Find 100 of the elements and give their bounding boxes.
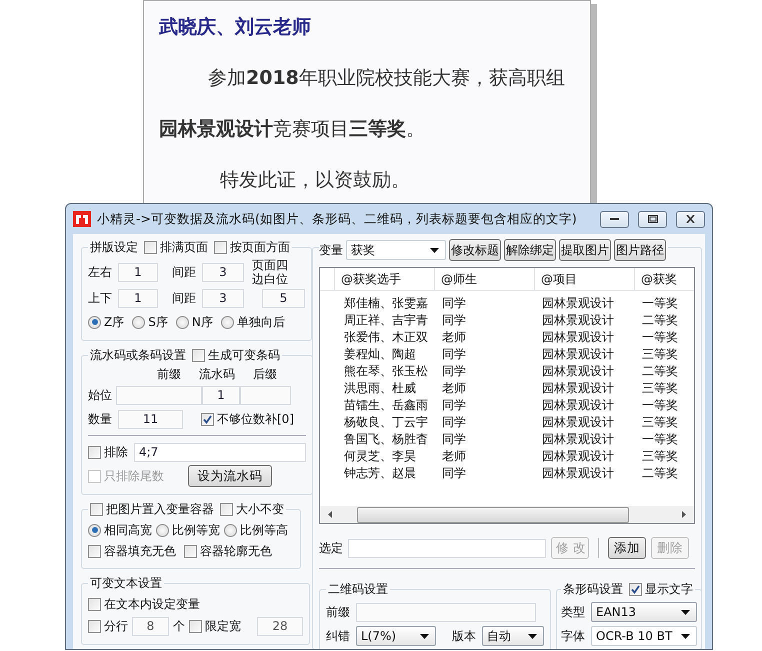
input-field[interactable]: 3 <box>202 262 244 282</box>
table-cell-text: 园林景观设计 <box>541 414 615 431</box>
radio-button[interactable]: 比例等宽 <box>156 522 220 538</box>
input-field[interactable]: 3 <box>202 288 244 308</box>
input-field[interactable]: 5 <box>262 288 305 308</box>
table-cell-text: 一等奖 <box>641 397 679 414</box>
radio-button[interactable]: S序 <box>132 314 168 330</box>
field-label: 变量 <box>319 242 343 258</box>
certificate-text: 参加2018年职业院校技能大赛，获高职组 <box>207 66 566 91</box>
input-field[interactable] <box>356 602 536 622</box>
input-field[interactable] <box>116 386 202 404</box>
field-label: 间距 <box>172 290 196 306</box>
checkbox[interactable]: 容器填充无色 <box>88 542 176 560</box>
table-cell-text: 同学 <box>441 465 467 482</box>
column-header[interactable]: @师生 <box>434 268 534 290</box>
field-label: 版本 <box>452 628 476 644</box>
table-cell-text: 姜程灿、陶超 <box>343 346 417 363</box>
radio-button[interactable]: 单独向后 <box>220 314 285 330</box>
table-cell-text: 三等奖 <box>641 414 679 431</box>
input-field[interactable]: 4;7 <box>134 442 306 462</box>
radio-button[interactable]: 比例等高 <box>224 522 288 538</box>
checkbox[interactable]: 显示文字 <box>629 581 693 598</box>
checkbox[interactable]: 大小不变 <box>220 501 284 518</box>
checkbox[interactable]: 在文本内设定变量 <box>88 596 200 612</box>
toolbar-button[interactable]: 解除绑定 <box>504 239 556 261</box>
horizontal-scrollbar[interactable] <box>320 506 694 523</box>
input-field[interactable]: 1 <box>202 386 240 404</box>
column-header[interactable]: @获奖选手 <box>334 268 434 290</box>
table-cell-text: 钟志芳、赵晨 <box>343 465 417 482</box>
radio-button[interactable]: 相同高宽 <box>88 522 152 538</box>
app-icon <box>73 211 91 227</box>
table-cell-text: 园林景观设计 <box>541 448 615 465</box>
table-cell-text: 一等奖 <box>641 295 679 312</box>
checkbox[interactable]: 排除 <box>88 444 128 460</box>
table-cell-text: 郑佳楠、张雯嘉 <box>343 295 429 312</box>
field-label: 类型 <box>561 604 585 620</box>
input-field[interactable]: 1 <box>118 262 158 282</box>
checkbox[interactable]: 不够位数补[0] <box>201 410 294 428</box>
table-cell-text: 三等奖 <box>641 346 679 363</box>
table-cell-text: 周正祥、吉宇青 <box>343 312 429 329</box>
table-cell-text: 一等奖 <box>641 329 679 346</box>
table-cell-text: 老师 <box>441 448 467 465</box>
group-title: 流水码或条码设置 <box>90 347 186 364</box>
input-field[interactable] <box>348 538 546 558</box>
table-cell-text: 洪思雨、杜威 <box>343 380 417 397</box>
maximize-button[interactable] <box>638 210 667 228</box>
radio-button[interactable]: Z序 <box>88 314 124 330</box>
table-cell-text: 老师 <box>441 329 467 346</box>
checkbox[interactable]: 容器轮廓无色 <box>184 542 272 560</box>
input-field[interactable] <box>240 386 291 404</box>
field-label: 数量 <box>88 410 112 428</box>
action-button[interactable]: 添加 <box>608 537 646 559</box>
dropdown[interactable]: 获奖 <box>346 240 446 260</box>
group-title: 拼版设定 <box>90 239 138 256</box>
dropdown[interactable]: OCR-B 10 BT <box>591 626 697 646</box>
certificate-text: 武晓庆、刘云老师 <box>159 15 312 40</box>
table-cell-text: 何灵芝、李昊 <box>343 448 417 465</box>
table-cell-text: 园林景观设计 <box>541 329 615 346</box>
certificate-text: 特发此证，以资鼓励。 <box>219 168 411 193</box>
window-title: 小精灵->可变数据及流水码(如图片、条形码、二维码，列表标题要包含相应的文字) <box>97 210 578 228</box>
checkbox[interactable]: 按页面方面 <box>214 239 290 256</box>
radio-button[interactable]: N序 <box>176 314 213 330</box>
field-label: 上下 <box>88 290 112 306</box>
table-cell-text: 二等奖 <box>641 363 679 380</box>
column-label: 流水码 <box>198 366 236 383</box>
arrow-left-icon <box>328 511 332 518</box>
field-label: 间距 <box>172 264 196 280</box>
dropdown[interactable]: EAN13 <box>591 602 697 622</box>
toolbar-button[interactable]: 修改标题 <box>449 239 501 261</box>
minimize-icon <box>610 217 619 221</box>
column-header[interactable]: @项目 <box>534 268 634 290</box>
input-field[interactable]: 8 <box>132 616 169 636</box>
table-cell-text: 同学 <box>441 312 467 329</box>
dropdown[interactable]: L(7%) <box>356 626 436 646</box>
checkbox[interactable]: 分行 <box>88 618 128 634</box>
toolbar-button[interactable]: 提取图片 <box>559 239 611 261</box>
table-cell-text: 园林景观设计 <box>541 380 615 397</box>
dropdown[interactable]: 自动 <box>482 626 544 646</box>
checkbox[interactable]: 限定宽 <box>189 618 241 634</box>
input-field[interactable]: 11 <box>118 410 183 428</box>
table-cell-text: 园林景观设计 <box>541 397 615 414</box>
caret-icon <box>681 610 690 614</box>
minimize-button[interactable] <box>600 210 629 228</box>
set-serial-button[interactable]: 设为流水码 <box>188 465 272 487</box>
table-cell-text: 二等奖 <box>641 465 679 482</box>
column-label: 前缀 <box>156 366 182 383</box>
column-header[interactable]: @获奖 <box>634 268 694 290</box>
field-label: 始位 <box>88 386 112 404</box>
maximize-icon <box>648 215 658 223</box>
table-cell-text: 园林景观设计 <box>541 363 615 380</box>
checkbox[interactable]: 生成可变条码 <box>192 347 280 364</box>
checkbox[interactable]: 把图片置入变量容器 <box>90 501 214 518</box>
close-button[interactable] <box>676 210 705 228</box>
table-cell-text: 同学 <box>441 397 467 414</box>
toolbar-button[interactable]: 图片路径 <box>614 239 666 261</box>
input-field[interactable]: 28 <box>257 616 303 636</box>
input-field[interactable]: 1 <box>118 288 158 308</box>
table-cell-text: 二等奖 <box>641 312 679 329</box>
checkbox[interactable]: 排满页面 <box>144 239 208 256</box>
table-cell-text: 园林景观设计 <box>541 431 615 448</box>
